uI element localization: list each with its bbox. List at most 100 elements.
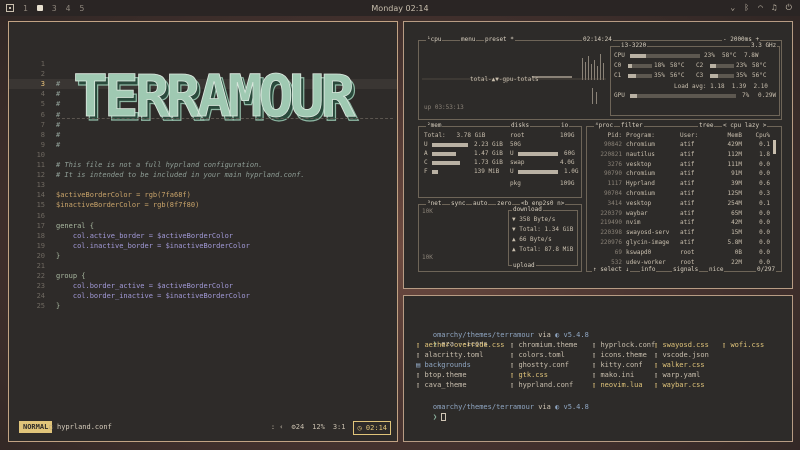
proc-scrollbar[interactable]: [773, 140, 776, 154]
btop-window[interactable]: ¹cpu menu preset * 02:14:24 - 2000ms + t…: [403, 21, 793, 289]
line-code: col.active_border = $activeBorderColor: [56, 231, 234, 240]
file-entry: ▯ vscode.json: [654, 350, 709, 360]
file-entry: ▯ swayosd.css: [654, 340, 709, 350]
proc-tree[interactable]: tree: [698, 122, 715, 130]
line-number: 12: [36, 171, 45, 180]
proc-filter[interactable]: filter: [620, 122, 644, 130]
proc-cell: vesktop: [626, 199, 652, 207]
chevron-down-icon[interactable]: ⌄: [730, 3, 735, 13]
editor-line[interactable]: 9 #: [9, 140, 397, 150]
editor-line[interactable]: 12 # It is intended to be included in you…: [9, 170, 397, 180]
file-name: mako.ini: [600, 371, 635, 379]
mem-row-value: 139 MiB: [474, 168, 500, 175]
editor-line[interactable]: 14 $activeBorderColor = rgb(7fa68f): [9, 190, 397, 200]
disks-title[interactable]: disks: [510, 122, 531, 130]
mem-row-bar: [432, 152, 456, 156]
line-number: 8: [40, 130, 45, 139]
file-entry: ▯ alacritty.toml: [416, 350, 483, 360]
editor-line[interactable]: 20}: [9, 251, 397, 261]
prompt-char-2: ❯: [432, 413, 438, 421]
editor-line[interactable]: 18 col.active_border = $activeBorderColo…: [9, 231, 397, 241]
proc-cell: 1117: [607, 180, 622, 188]
proc-info[interactable]: info: [640, 266, 657, 274]
core-label: C2: [696, 62, 704, 69]
file-entry: ▯ warp.yaml: [654, 370, 700, 380]
cpu-menu[interactable]: menu: [460, 36, 477, 44]
line-number: 25: [36, 302, 45, 311]
proc-header: Program:: [626, 132, 655, 139]
gpu-watt: 0.29W: [758, 92, 777, 99]
gpu-bar-fill: [630, 94, 638, 98]
editor-line[interactable]: 19 col.inactive_border = $inactiveBorder…: [9, 241, 397, 251]
editor-line[interactable]: 24 col.border_inactive = $inactiveBorder…: [9, 291, 397, 301]
proc-title[interactable]: ⁴proc: [594, 122, 615, 130]
bluetooth-icon[interactable]: ᛒ: [744, 3, 749, 13]
proc-nice[interactable]: nice: [708, 266, 725, 274]
core-percent: 18%: [654, 62, 665, 69]
proc-header: MemB: [727, 132, 742, 139]
net-sync[interactable]: sync: [450, 200, 467, 208]
proc-sort[interactable]: < cpu lazy >: [722, 122, 768, 130]
line-number: 19: [36, 241, 45, 250]
proc-cell: waybar: [626, 209, 648, 217]
cpu-title[interactable]: ¹cpu: [426, 36, 443, 44]
core-label: C1: [614, 72, 622, 79]
file-name: cava_theme: [424, 381, 467, 389]
statusline-right: : ‹ ⚙24 12% 3:1 ◷ 02:14: [271, 421, 391, 435]
wifi-icon[interactable]: ◠: [758, 3, 763, 13]
line-number: 2: [40, 70, 45, 79]
proc-cell: 1.8: [759, 150, 770, 158]
power-icon[interactable]: ⏻: [786, 3, 792, 13]
proc-cell: 91M: [731, 170, 742, 178]
cpu-preset[interactable]: preset *: [484, 36, 515, 44]
editor-line[interactable]: 21: [9, 261, 397, 271]
disk-root-bar: [518, 152, 558, 156]
editor-line[interactable]: 8 #: [9, 130, 397, 140]
cpu-freq: 3.3 GHz: [750, 42, 778, 50]
editor-line[interactable]: 22 group {: [9, 271, 397, 281]
input-line[interactable]: ❯: [416, 402, 447, 432]
headphones-icon[interactable]: ♫: [772, 3, 777, 13]
line-number: 5: [40, 100, 45, 109]
line-number: 6: [40, 110, 45, 119]
net-zero[interactable]: zero: [496, 200, 513, 208]
line-code: #: [56, 130, 61, 139]
line-code: #: [56, 100, 61, 109]
core-percent: 35%: [654, 72, 665, 79]
net-scale-top: 10K: [422, 208, 433, 215]
net-auto[interactable]: auto: [472, 200, 489, 208]
mem-title[interactable]: ²mem: [426, 122, 443, 130]
editor-line[interactable]: 11 # This file is not a full hyprland con…: [9, 160, 397, 170]
proc-cell: 111M: [727, 160, 742, 168]
editor-line[interactable]: 25}: [9, 301, 397, 311]
prompt-lang: v5.4.8: [563, 331, 589, 339]
line-number: 14: [36, 191, 45, 200]
prompt-lang-2: v5.4.8: [563, 403, 589, 411]
proc-cell: glycin-image: [626, 239, 670, 246]
mem-row-key: A: [424, 150, 428, 157]
proc-signals[interactable]: signals: [672, 266, 700, 274]
proc-cell: 125M: [727, 190, 742, 197]
neovim-window[interactable]: 1 2 3 #4 #5 #6 #7 #8 #9 #10 11 # This file is not a…: [8, 21, 398, 442]
clock[interactable]: Monday 02:14: [0, 4, 800, 13]
proc-cell: atif: [680, 239, 695, 246]
net-title[interactable]: ³net: [426, 200, 443, 208]
file-entry: ▯ wofi.css: [722, 340, 764, 350]
net-upload-label: upload: [512, 262, 536, 270]
line-number: 23: [36, 282, 45, 291]
editor-line[interactable]: 16: [9, 211, 397, 221]
proc-select[interactable]: ↑ select ↓: [592, 266, 631, 274]
editor-line[interactable]: 15 $inactiveBorderColor = rgb(8f7f80): [9, 200, 397, 210]
banner-text: TERRAMOUR: [73, 62, 355, 130]
editor-line[interactable]: 13: [9, 180, 397, 190]
editor-line[interactable]: 23 col.border_active = $activeBorderColo…: [9, 281, 397, 291]
line-code: # It is intended to be included in your …: [56, 171, 305, 180]
proc-cell: swayosd-serv: [626, 229, 670, 237]
file-entry: ▯ kitty.conf: [592, 360, 643, 370]
proc-cell: 0B: [734, 248, 742, 256]
terminal-window[interactable]: omarchy/themes/terramour via ◐ v5.4.8 ❯ …: [403, 295, 793, 442]
io-title[interactable]: io: [560, 122, 570, 130]
editor-line[interactable]: 17 general {: [9, 221, 397, 231]
line-code: # This file is not a full hyprland confi…: [56, 161, 263, 169]
editor-line[interactable]: 10: [9, 150, 397, 160]
